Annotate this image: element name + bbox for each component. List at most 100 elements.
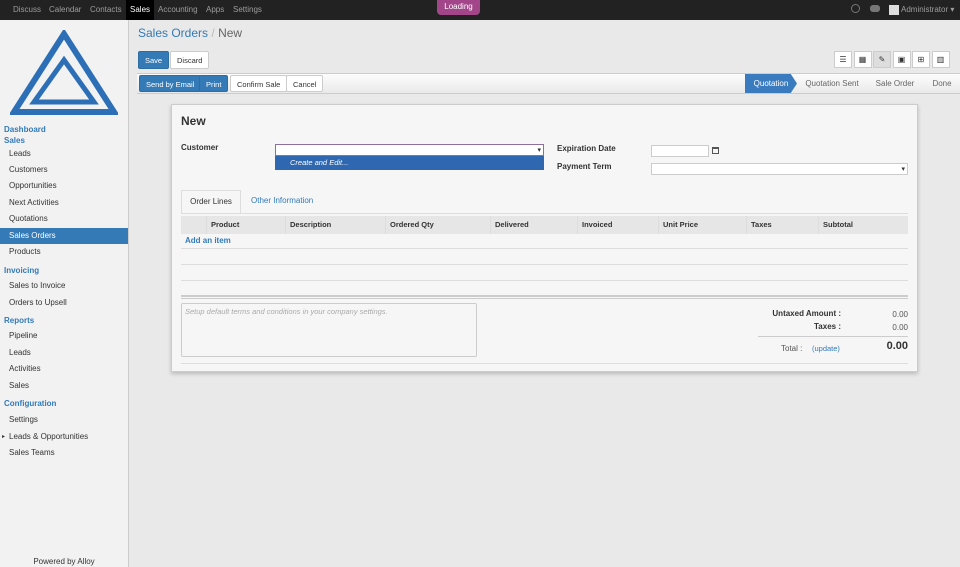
- sidebar-item-orders-to-upsell[interactable]: Orders to Upsell: [0, 295, 128, 311]
- sidebar-item-label: Products: [9, 247, 41, 256]
- col-invoiced[interactable]: Invoiced: [577, 216, 658, 234]
- stage-quotation[interactable]: Quotation: [745, 74, 797, 93]
- untaxed-amount-value: 0.00: [892, 310, 908, 319]
- sidebar-item-sales-orders[interactable]: Sales Orders: [0, 228, 128, 244]
- list-icon[interactable]: ☰: [834, 51, 852, 68]
- graph-icon[interactable]: ▥: [931, 51, 950, 68]
- save-button[interactable]: Save: [138, 51, 170, 69]
- sidebar-item-label: Pipeline: [9, 331, 38, 340]
- sidebar-item-label: Quotations: [9, 214, 48, 223]
- customer-input[interactable]: ▾: [275, 144, 544, 156]
- menu-contacts[interactable]: Contacts: [86, 0, 126, 20]
- sidebar-item-label: Next Activities: [9, 198, 59, 207]
- stage-quotation-sent[interactable]: Quotation Sent: [800, 74, 864, 93]
- form-icon[interactable]: ✎: [873, 51, 891, 68]
- col-delivered[interactable]: Delivered: [490, 216, 577, 234]
- menu-sales[interactable]: Sales: [126, 0, 155, 20]
- send-by-email-button[interactable]: Send by Email: [139, 75, 202, 92]
- sidebar-item-label: Sales Teams: [9, 448, 55, 457]
- terms-textarea[interactable]: Setup default terms and conditions in yo…: [181, 303, 477, 357]
- sidebar-item-label: Leads: [9, 348, 31, 357]
- sidebar-item-pipeline[interactable]: Pipeline: [0, 328, 128, 344]
- col-subtotal[interactable]: Subtotal: [818, 216, 899, 234]
- sidebar-item-label: Sales to Invoice: [9, 281, 66, 290]
- col-product[interactable]: Product: [206, 216, 285, 234]
- sidebar-item-label: Reports: [4, 316, 35, 325]
- menu-apps[interactable]: Apps: [202, 0, 228, 20]
- order-lines-header: Product Description Ordered Qty Delivere…: [181, 216, 908, 234]
- col-description[interactable]: Description: [285, 216, 385, 234]
- menu-discuss[interactable]: Discuss: [9, 0, 45, 20]
- sidebar-item-sales-teams[interactable]: Sales Teams: [0, 445, 128, 461]
- sidebar-item-activities[interactable]: Activities: [0, 361, 128, 377]
- payment-term-label: Payment Term: [557, 162, 612, 171]
- discard-button[interactable]: Discard: [170, 51, 210, 69]
- loading-indicator: Loading: [437, 0, 480, 15]
- calendar-icon[interactable]: [712, 147, 719, 154]
- tab-other-information[interactable]: Other Information: [251, 196, 313, 205]
- cancel-button[interactable]: Cancel: [286, 75, 324, 92]
- col-ordered-qty[interactable]: Ordered Qty: [385, 216, 490, 234]
- untaxed-amount-label: Untaxed Amount :: [772, 309, 841, 318]
- sidebar-item-label: Activities: [9, 364, 41, 373]
- sidebar-item-label: Opportunities: [9, 181, 57, 190]
- breadcrumb-sales-orders[interactable]: Sales Orders: [138, 26, 208, 40]
- kanban-icon[interactable]: ▦: [853, 51, 872, 68]
- stage-done[interactable]: Done: [926, 74, 958, 93]
- chat-icon[interactable]: [870, 5, 880, 12]
- sidebar-item-label: Orders to Upsell: [9, 298, 67, 307]
- payment-term-select[interactable]: ▾: [651, 163, 908, 175]
- confirm-sale-button[interactable]: Confirm Sale: [230, 75, 288, 92]
- dropdown-create-and-edit[interactable]: Create and Edit...: [275, 156, 544, 170]
- sidebar-item-customers[interactable]: Customers: [0, 162, 128, 178]
- form-sheet: New Customer ▾ Create and Edit... Expira…: [171, 104, 918, 372]
- expiration-date-label: Expiration Date: [557, 144, 616, 153]
- sidebar-item-label: Invoicing: [4, 266, 40, 275]
- sidebar-item-label: Leads & Opportunities: [9, 432, 89, 441]
- sidebar-item-quotations[interactable]: Quotations: [0, 211, 128, 227]
- tab-order-lines[interactable]: Order Lines: [181, 190, 241, 214]
- col-taxes[interactable]: Taxes: [746, 216, 818, 234]
- sidebar-item-reports[interactable]: Reports: [0, 313, 128, 329]
- sidebar-item-sales[interactable]: Sales: [0, 378, 128, 394]
- sidebar-item-label: Sales Orders: [9, 231, 56, 240]
- expiration-date-input[interactable]: [651, 145, 709, 157]
- form-title: New: [181, 114, 206, 128]
- sidebar-item-label: Sales: [4, 136, 25, 145]
- powered-by: Powered by Alloy: [33, 557, 95, 566]
- sidebar-item-leads[interactable]: Leads: [0, 146, 128, 162]
- sidebar-item-label: Leads: [9, 149, 31, 158]
- print-button[interactable]: Print: [199, 75, 229, 92]
- customer-label: Customer: [181, 143, 219, 152]
- sidebar-item-label: Configuration: [4, 399, 57, 408]
- sidebar-item-leads-opportunities[interactable]: ▸ Leads & Opportunities: [0, 429, 128, 445]
- sidebar-item-products[interactable]: Products: [0, 244, 128, 260]
- sidebar-item-configuration[interactable]: Configuration: [0, 396, 128, 412]
- pivot-icon[interactable]: ⊞: [912, 51, 930, 68]
- company-logo: [10, 30, 118, 115]
- col-unit-price[interactable]: Unit Price: [658, 216, 746, 234]
- user-menu[interactable]: Administrator ▾: [901, 0, 954, 20]
- breadcrumb: Sales Orders / New: [138, 26, 243, 40]
- sidebar-item-leads[interactable]: Leads: [0, 345, 128, 361]
- sidebar-item-next-activities[interactable]: Next Activities: [0, 195, 128, 211]
- total-value: 0.00: [886, 340, 908, 352]
- menu-accounting[interactable]: Accounting: [154, 0, 202, 20]
- sidebar-item-label: Sales: [9, 381, 30, 390]
- sidebar-item-invoicing[interactable]: Invoicing: [0, 263, 128, 279]
- update-link[interactable]: (update): [812, 344, 840, 353]
- calendar-icon[interactable]: ▣: [892, 51, 911, 68]
- sidebar: Dashboard Sales Leads Customers Opportunitie…: [0, 20, 129, 567]
- total-label: Total :: [781, 344, 803, 353]
- sidebar-item-opportunities[interactable]: Opportunities: [0, 178, 128, 194]
- activity-icon[interactable]: [851, 4, 860, 13]
- taxes-value: 0.00: [892, 323, 908, 332]
- add-item-link[interactable]: Add an item: [185, 236, 231, 245]
- sidebar-item-label: Settings: [9, 415, 38, 424]
- sidebar-item-settings[interactable]: Settings: [0, 412, 128, 428]
- expand-icon[interactable]: ▸: [2, 429, 5, 445]
- sidebar-item-sales-to-invoice[interactable]: Sales to Invoice: [0, 278, 128, 294]
- stage-sale-order[interactable]: Sale Order: [868, 74, 922, 93]
- menu-settings[interactable]: Settings: [229, 0, 266, 20]
- menu-calendar[interactable]: Calendar: [45, 0, 85, 20]
